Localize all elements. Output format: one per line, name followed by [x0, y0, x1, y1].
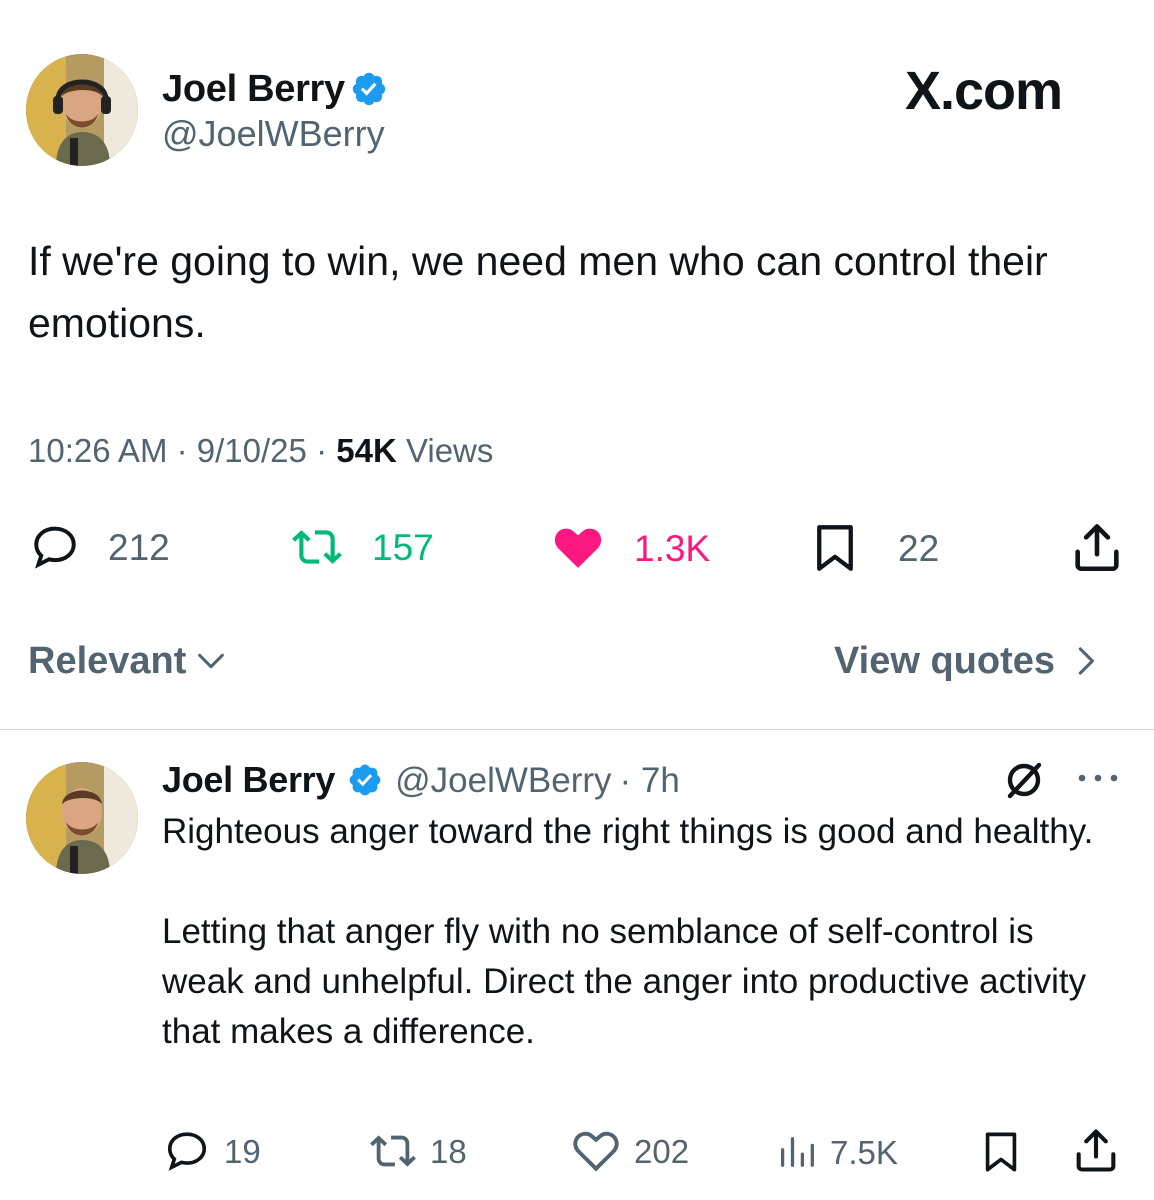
tweet-meta: 10:26 AM · 9/10/25 · 54K Views [28, 434, 493, 467]
reply-like-button[interactable]: 202 [570, 1126, 689, 1176]
sort-dropdown[interactable]: Relevant [28, 642, 228, 680]
chevron-right-icon [1078, 647, 1094, 675]
meta-separator: · [316, 432, 328, 469]
like-icon [554, 528, 602, 568]
tweet-date[interactable]: 9/10/25 [197, 432, 307, 469]
reply-bookmark-button[interactable] [978, 1126, 1024, 1178]
reply-views-button[interactable]: 7.5K [776, 1130, 898, 1174]
repost-button[interactable]: 157 [284, 522, 434, 572]
views-count[interactable]: 54K [336, 432, 397, 469]
reply-count: 212 [108, 526, 170, 568]
share-icon [1075, 524, 1119, 572]
author-avatar[interactable] [26, 54, 138, 166]
share-icon [1076, 1129, 1116, 1172]
like-icon [573, 1131, 619, 1172]
reply-author-handle[interactable]: @JoelWBerry [395, 763, 611, 798]
views-icon [780, 1137, 814, 1167]
reply-share-button[interactable] [1070, 1124, 1122, 1176]
reply-author-name[interactable]: Joel Berry [162, 762, 335, 798]
bookmark-icon [985, 1132, 1017, 1172]
reply-text: Righteous anger toward the right things … [162, 807, 1102, 1057]
verified-badge-icon [349, 764, 381, 796]
reply-paragraph: Letting that anger fly with no semblance… [162, 912, 1087, 1051]
repost-icon [370, 1135, 416, 1167]
view-quotes-link[interactable]: View quotes [834, 642, 1103, 680]
grok-button[interactable] [1000, 756, 1048, 804]
grok-icon [1007, 762, 1042, 799]
like-count: 1.3K [634, 527, 711, 569]
tweet-time[interactable]: 10:26 AM [28, 432, 167, 469]
tweet-text: If we're going to win, we need men who c… [28, 238, 1048, 346]
like-button[interactable]: 1.3K [548, 520, 710, 576]
bookmark-count: 22 [898, 527, 940, 569]
more-icon [1078, 774, 1118, 782]
repost-icon [292, 530, 342, 564]
reply-icon [167, 1132, 207, 1171]
reply-reply-count: 19 [224, 1132, 261, 1170]
reply-header: Joel Berry @JoelWBerry · 7h [162, 762, 680, 798]
view-quotes-label: View quotes [834, 640, 1056, 682]
reply-repost-count: 18 [430, 1132, 467, 1170]
author-name[interactable]: Joel Berry [162, 70, 345, 108]
share-button[interactable] [1068, 518, 1126, 576]
meta-separator: · [176, 432, 188, 469]
chevron-down-icon [198, 653, 225, 669]
bookmark-button[interactable]: 22 [808, 520, 939, 576]
more-options-button[interactable] [1074, 766, 1122, 790]
views-label: Views [405, 432, 494, 469]
verified-badge-icon [350, 70, 388, 108]
reply-age[interactable]: · 7h [620, 763, 680, 798]
author-handle[interactable]: @JoelWBerry [162, 116, 385, 152]
repost-count: 157 [372, 526, 434, 568]
brand-watermark: X.com [905, 61, 1063, 121]
reply-reply-button[interactable]: 19 [162, 1128, 261, 1174]
reply-author-avatar[interactable] [26, 762, 138, 874]
reply-repost-button[interactable]: 18 [364, 1128, 467, 1174]
reply-button[interactable]: 212 [26, 522, 170, 572]
section-divider [0, 729, 1154, 730]
bookmark-icon [817, 525, 853, 571]
reply-like-count: 202 [634, 1132, 690, 1170]
reply-paragraph: Righteous anger toward the right things … [162, 812, 1094, 851]
reply-icon [34, 526, 76, 569]
reply-views-count: 7.5K [830, 1133, 898, 1171]
sort-label: Relevant [28, 640, 187, 682]
